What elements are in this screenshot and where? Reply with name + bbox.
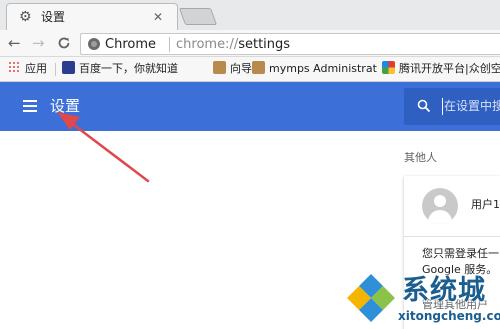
user-name[interactable]: 用户1 xyxy=(471,198,500,212)
back-button[interactable]: ← xyxy=(8,34,21,52)
watermark-chinese: 系统城 xyxy=(402,275,486,306)
close-icon[interactable]: ✕ xyxy=(153,9,163,25)
divider xyxy=(404,236,500,237)
new-tab-button[interactable] xyxy=(178,8,218,25)
bookmark-baidu[interactable]: 百度一下，你就知道 xyxy=(62,61,178,77)
tab-strip: ⚙ 设置 ✕ xyxy=(0,0,500,30)
bookmark-label: mymps Administrat xyxy=(269,62,377,75)
forward-button[interactable]: → xyxy=(32,34,45,52)
dog-icon xyxy=(252,61,265,74)
watermark: 系统城 xitongcheng.com xyxy=(345,270,500,329)
omnibox-url[interactable]: chrome://settings xyxy=(176,36,290,53)
hamburger-menu-icon[interactable] xyxy=(23,100,37,112)
tab-title: 设置 xyxy=(41,10,66,24)
avatar[interactable] xyxy=(422,188,458,224)
watermark-english: xitongcheng.com xyxy=(398,309,500,323)
apps-icon xyxy=(8,61,21,74)
section-heading-other-people: 其他人 xyxy=(404,151,437,164)
gear-icon: ⚙ xyxy=(19,9,32,25)
xitongcheng-logo-icon xyxy=(347,274,395,322)
settings-search-input[interactable]: 在设置中搜 xyxy=(404,88,500,125)
search-icon xyxy=(417,99,431,113)
url-path: settings xyxy=(238,37,291,52)
bookmark-label: 应用 xyxy=(25,62,47,75)
bookmark-apps[interactable]: 应用 xyxy=(8,61,47,77)
url-scheme: chrome:// xyxy=(176,37,239,52)
reload-icon xyxy=(58,37,70,49)
baidu-paw-icon xyxy=(62,61,75,74)
bookmarks-bar: 应用 百度一下，你就知道 向导网 mymps Administrat 腾讯开放平… xyxy=(0,57,500,82)
omnibox-site-label: Chrome xyxy=(105,37,156,52)
bookmark-divider xyxy=(55,63,56,76)
bookmark-mymps[interactable]: mymps Administrat xyxy=(252,61,377,77)
text-caret xyxy=(442,98,443,115)
tencent-icon xyxy=(382,61,395,74)
description-line: 您只需登录任一 xyxy=(422,247,499,260)
address-bar[interactable]: Chrome chrome://settings xyxy=(80,33,500,55)
search-placeholder: 在设置中搜 xyxy=(444,99,500,113)
page-title: 设置 xyxy=(50,97,81,115)
bookmark-label: 腾讯开放平台|众创空 xyxy=(399,62,500,75)
bookmark-label: 百度一下，你就知道 xyxy=(79,62,178,75)
omnibox-divider xyxy=(169,37,170,52)
dog-icon xyxy=(213,61,226,74)
bookmark-tencent[interactable]: 腾讯开放平台|众创空 xyxy=(382,61,500,77)
chrome-icon xyxy=(88,38,100,50)
tab-settings[interactable]: ⚙ 设置 ✕ xyxy=(6,3,178,30)
settings-header: 设置 在设置中搜 xyxy=(0,82,500,131)
reload-button[interactable] xyxy=(57,34,71,54)
toolbar: ← → Chrome chrome://settings xyxy=(0,30,500,57)
